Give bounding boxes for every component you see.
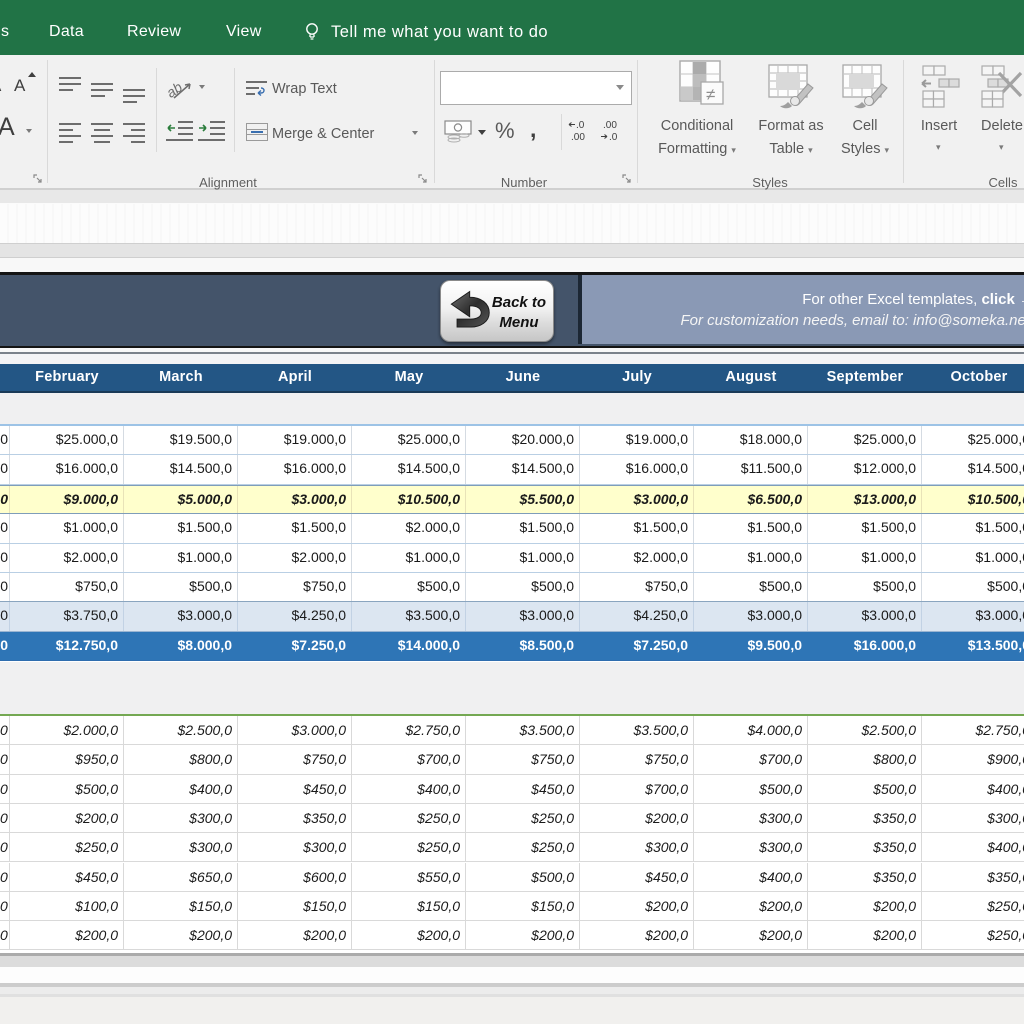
svg-text:.0: .0 (609, 132, 618, 143)
svg-text:.0: .0 (576, 120, 585, 131)
svg-text:≠: ≠ (706, 85, 715, 104)
svg-text:.00: .00 (571, 132, 585, 143)
svg-text:.00: .00 (603, 120, 617, 131)
